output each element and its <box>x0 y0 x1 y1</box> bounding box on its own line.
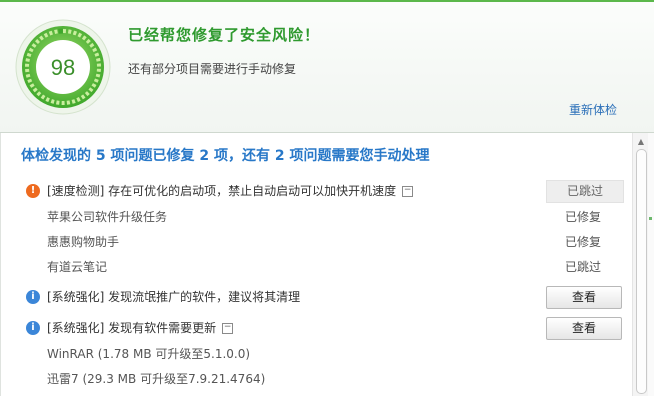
sub-item-row: WinRAR (1.78 MB 可升级至5.1.0.0) <box>1 343 631 365</box>
issue-text: [系统强化] 发现流氓推广的软件，建议将其清理 <box>47 290 301 304</box>
sub-item-row: 惠惠购物助手 已修复 <box>1 231 631 253</box>
sub-item-row: 迅雷7 (29.3 MB 可升级至7.9.21.4764) <box>1 368 631 390</box>
info-icon: i <box>26 290 40 304</box>
sub-item-label: WinRAR (1.78 MB 可升级至5.1.0.0) <box>47 347 251 361</box>
status-badge: 已跳过 <box>546 180 624 203</box>
result-header: 98 已经帮您修复了安全风险！ 还有部分项目需要进行手动修复 重新体检 <box>0 2 654 133</box>
warning-icon: ! <box>26 184 40 198</box>
view-button[interactable]: 查看 <box>546 317 622 340</box>
sub-item-label: 惠惠购物助手 <box>47 235 120 249</box>
status-text: 已跳过 <box>565 260 602 274</box>
status-text: 已修复 <box>565 210 602 224</box>
issue-row-adware: i [系统强化] 发现流氓推广的软件，建议将其清理 查看 <box>1 286 631 309</box>
score-gauge: 98 <box>14 18 112 116</box>
status-text: 已修复 <box>565 235 602 249</box>
page-subtitle: 还有部分项目需要进行手动修复 <box>128 62 297 76</box>
issue-text: [系统强化] 发现有软件需要更新 <box>47 321 217 335</box>
collapse-toggle[interactable]: − <box>222 323 234 334</box>
page-title: 已经帮您修复了安全风险！ <box>128 26 321 44</box>
issue-row-startup: ! [速度检测] 存在可优化的启动项，禁止自动启动可以加快开机速度 − 已跳过 <box>1 180 631 203</box>
info-icon: i <box>26 321 40 335</box>
score-value: 98 <box>51 55 75 80</box>
issues-panel: 体检发现的 5 项问题已修复 2 项，还有 2 项问题需要您手动处理 ! [速度… <box>0 133 654 396</box>
issues-summary: 体检发现的 5 项问题已修复 2 项，还有 2 项问题需要您手动处理 <box>21 148 430 164</box>
sub-item-label: 有道云笔记 <box>47 260 108 274</box>
sub-item-label: 苹果公司软件升级任务 <box>47 210 168 224</box>
vertical-scrollbar[interactable]: ▲ <box>632 133 649 396</box>
recheck-link[interactable]: 重新体检 <box>569 101 617 118</box>
sub-item-row: 有道云笔记 已跳过 <box>1 256 631 278</box>
sub-item-row: 苹果公司软件升级任务 已修复 <box>1 206 631 228</box>
collapse-toggle[interactable]: − <box>402 186 414 197</box>
view-button[interactable]: 查看 <box>546 286 622 309</box>
right-edge-strip <box>648 133 654 396</box>
issue-row-updates: i [系统强化] 发现有软件需要更新 − 查看 <box>1 317 631 340</box>
issue-text: [速度检测] 存在可优化的启动项，禁止自动启动可以加快开机速度 <box>47 184 397 198</box>
scroll-up-arrow-icon[interactable]: ▲ <box>633 137 649 147</box>
sub-item-label: 迅雷7 (29.3 MB 可升级至7.9.21.4764) <box>47 372 266 386</box>
scrollbar-thumb[interactable] <box>636 149 647 394</box>
